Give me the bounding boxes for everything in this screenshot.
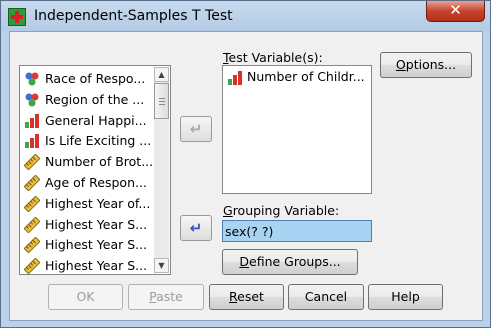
list-item[interactable]: Age of Respon... [24,173,154,193]
scale-icon [24,216,41,234]
ordinal-icon [24,113,40,129]
grip-line [159,101,165,102]
list-item[interactable]: Highest Year of... [24,194,154,214]
variables-list-scrollbar[interactable]: ▲ ▼ [154,67,169,273]
variable-label: Number of Brot... [45,154,154,170]
options-button[interactable]: Options... [380,52,472,78]
list-item[interactable]: Highest Year S... [24,215,154,235]
scale-icon [24,174,41,192]
spss-app-icon [8,8,26,26]
close-button[interactable]: ✕ [426,1,485,22]
help-button[interactable]: Help [368,284,443,310]
ordinal-icon [24,133,40,149]
list-item[interactable]: Highest Year S... [24,256,154,274]
scale-icon [24,195,41,213]
variable-label: General Happi... [45,112,147,128]
dialog-window: Independent-Samples T Test ✕ Race of Res… [0,0,491,328]
test-variables-label: Test Variable(s): [223,50,323,65]
list-item[interactable]: Race of Respo... [24,69,154,89]
variable-label: Highest Year S... [45,216,148,232]
paste-button[interactable]: Paste [128,284,204,310]
variable-label: Highest Year S... [45,237,148,253]
variable-label: Race of Respo... [45,71,146,86]
variable-label: Highest Year of... [45,195,151,211]
list-item[interactable]: Region of the ... [24,90,154,110]
scroll-up-icon[interactable]: ▲ [154,67,169,82]
list-item[interactable]: Number of Brot... [24,152,154,172]
grip-line [159,104,165,105]
arrow-right-icon: ↵ [189,120,203,138]
scale-icon [24,153,41,171]
reset-button[interactable]: Reset [209,284,284,310]
source-variables-list[interactable]: Race of Respo... Region of the ... General… [19,65,171,275]
title-bar[interactable]: Independent-Samples T Test ✕ [1,1,490,31]
variable-label: Is Life Exciting ... [45,133,152,149]
scroll-down-icon[interactable]: ▼ [154,258,169,273]
test-variable-item[interactable]: Number of Childr... [247,69,365,84]
test-variables-list[interactable]: Number of Childr... [222,65,372,194]
scale-icon [24,257,41,274]
variable-label: Age of Respon... [45,175,147,190]
scale-icon [24,236,41,254]
list-item[interactable]: General Happi... [24,111,154,131]
grip-line [159,98,165,99]
cancel-button[interactable]: Cancel [288,284,364,310]
grouping-variable-field[interactable]: sex(? ?) [222,220,372,242]
grouping-variable-label: Grouping Variable: [223,203,340,218]
window-title: Independent-Samples T Test [34,8,233,24]
variable-label: Highest Year S... [45,258,148,274]
variable-label: Region of the ... [45,91,145,107]
arrow-right-icon: ↵ [189,219,203,237]
list-item[interactable]: Highest Year S... [24,235,154,255]
nominal-icon [24,92,40,108]
scroll-thumb[interactable] [154,83,169,119]
move-to-test-variables-button[interactable]: ↵ [180,116,212,142]
ordinal-icon [228,71,242,85]
define-groups-button[interactable]: Define Groups... [222,249,358,275]
ok-button[interactable]: OK [48,284,123,310]
close-icon: ✕ [449,1,462,19]
move-to-grouping-variable-button[interactable]: ↵ [180,215,212,241]
nominal-icon [24,71,40,87]
list-item[interactable]: Is Life Exciting ... [24,131,154,151]
